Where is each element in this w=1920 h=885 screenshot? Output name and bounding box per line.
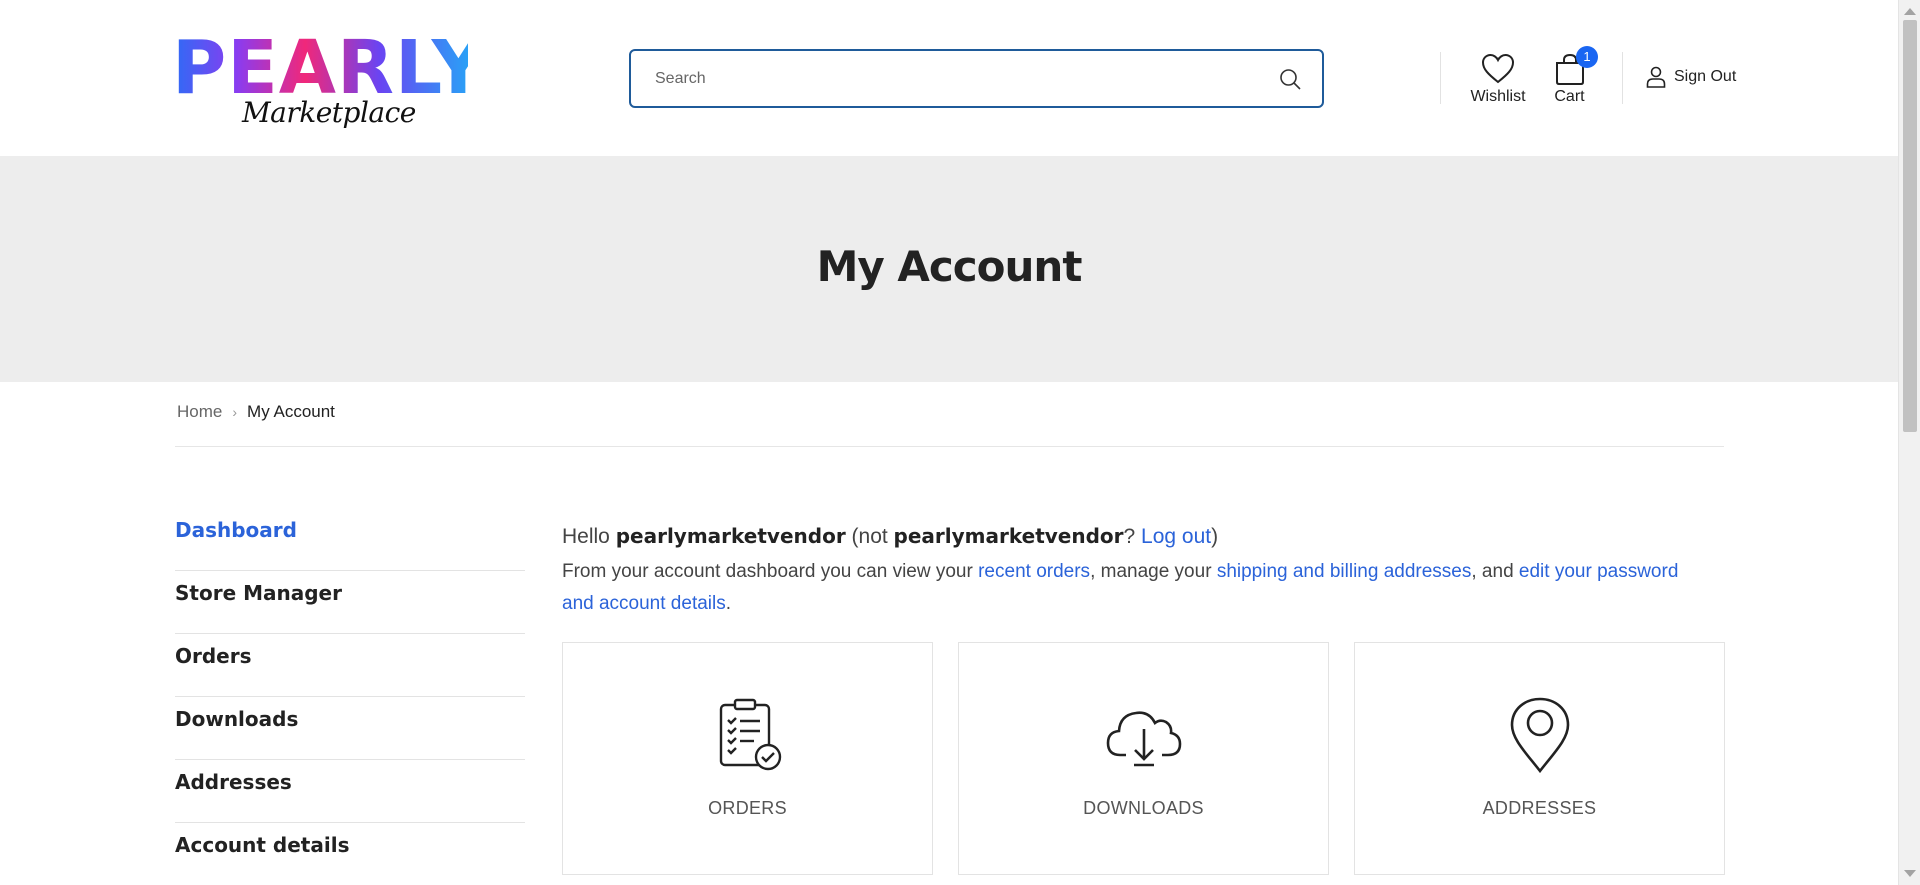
cart-button[interactable]: 1 Cart — [1542, 46, 1598, 106]
user-icon — [1646, 66, 1666, 88]
greeting-prefix: Hello — [562, 525, 616, 548]
sidebar-item-account-details[interactable]: Account details — [175, 823, 525, 885]
intro-text: From your account dashboard you can view… — [562, 561, 979, 582]
account-sidebar: Dashboard Store Manager Orders Downloads… — [175, 508, 525, 885]
sidebar-item-dashboard[interactable]: Dashboard — [175, 508, 525, 571]
clipboard-check-icon — [719, 698, 781, 771]
breadcrumb-separator: › — [232, 404, 238, 420]
map-pin-icon — [1510, 697, 1569, 774]
page-title: My Account — [816, 242, 1083, 291]
greeting-close: ) — [1211, 525, 1219, 548]
greeting: Hello pearlymarketvendor (not pearlymark… — [562, 520, 1724, 553]
addresses-card-label: ADDRESSES — [1482, 798, 1597, 818]
search-bar — [629, 49, 1324, 108]
logout-link[interactable]: Log out — [1141, 525, 1211, 548]
sign-out-button[interactable]: Sign Out — [1646, 66, 1736, 88]
intro-text: . — [725, 593, 732, 614]
cart-label: Cart — [1554, 88, 1585, 105]
orders-card-label: ORDERS — [708, 798, 787, 818]
breadcrumb-current: My Account — [247, 402, 335, 421]
sidebar-item-orders[interactable]: Orders — [175, 634, 525, 697]
addresses-card[interactable]: ADDRESSES — [1354, 642, 1725, 875]
greeting-question: ? — [1123, 525, 1142, 548]
greeting-not: (not — [845, 525, 894, 548]
scroll-up-arrow-icon[interactable] — [1904, 8, 1916, 15]
header-divider — [1622, 52, 1623, 104]
downloads-card-label: DOWNLOADS — [1083, 798, 1204, 818]
sidebar-item-addresses[interactable]: Addresses — [175, 760, 525, 823]
sidebar-item-store-manager[interactable]: Store Manager — [175, 571, 525, 634]
page-scrollbar[interactable] — [1898, 0, 1920, 885]
orders-card[interactable]: ORDERS — [562, 642, 933, 875]
page-banner: My Account — [0, 156, 1898, 382]
sign-out-label: Sign Out — [1674, 68, 1737, 85]
breadcrumb-home-link[interactable]: Home — [177, 402, 222, 422]
cloud-download-icon — [1106, 711, 1181, 767]
logo-tagline: Marketplace — [242, 96, 416, 129]
dashboard-intro: From your account dashboard you can view… — [562, 556, 1702, 620]
breadcrumb-divider — [175, 446, 1724, 447]
recent-orders-link[interactable]: recent orders — [978, 561, 1090, 582]
intro-text: , manage your — [1090, 561, 1217, 582]
scroll-down-arrow-icon[interactable] — [1904, 870, 1916, 877]
dashboard-cards: ORDERS DOWNLOADS ADDRESSES — [562, 642, 1725, 875]
logo-wordmark: PEARLY — [172, 25, 487, 111]
site-logo[interactable]: PEARLY Marketplace — [172, 25, 487, 132]
scrollbar-thumb[interactable] — [1903, 20, 1917, 432]
wishlist-label: Wishlist — [1470, 88, 1526, 105]
site-header: PEARLY Marketplace Wishlist 1 Cart Sign … — [0, 0, 1898, 156]
username: pearlymarketvendor — [615, 524, 846, 548]
search-input[interactable] — [655, 67, 1255, 91]
heart-icon — [1481, 53, 1515, 84]
username-repeat: pearlymarketvendor — [893, 524, 1124, 548]
wishlist-button[interactable]: Wishlist — [1468, 52, 1528, 106]
sidebar-item-downloads[interactable]: Downloads — [175, 697, 525, 760]
header-divider — [1440, 52, 1441, 104]
breadcrumb: Home › My Account — [177, 402, 335, 422]
search-icon[interactable] — [1278, 67, 1302, 91]
downloads-card[interactable]: DOWNLOADS — [958, 642, 1329, 875]
dashboard-content: Hello pearlymarketvendor (not pearlymark… — [562, 520, 1724, 620]
addresses-link[interactable]: shipping and billing addresses — [1217, 561, 1472, 582]
intro-text: , and — [1471, 561, 1519, 582]
cart-count-badge: 1 — [1576, 46, 1598, 68]
